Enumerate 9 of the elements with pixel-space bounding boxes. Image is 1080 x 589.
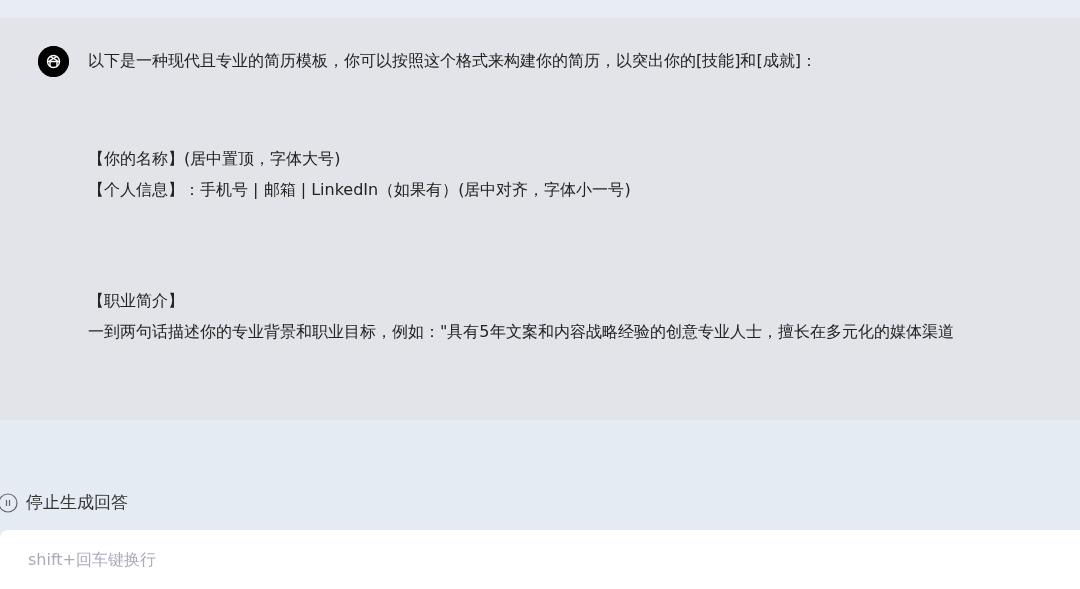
message-line: 一到两句话描述你的专业背景和职业目标，例如："具有5年文案和内容战略经验的创意专业人士，擅长在多元化的媒体渠道 <box>88 321 955 343</box>
message-line: 【个人信息】：手机号 | 邮箱 | LinkedIn（如果有）(居中对齐，字体小一号) <box>88 179 632 201</box>
assistant-avatar-icon <box>38 46 69 77</box>
message-line: 【你的名称】(居中置顶，字体大号) <box>88 148 342 170</box>
pause-icon <box>0 492 18 513</box>
message-input[interactable]: shift+回车键换行 <box>0 529 1080 589</box>
message-line: 【职业简介】 <box>88 290 185 312</box>
message-text: 以下是一种现代且专业的简历模板，你可以按照这个格式来构建你的简历，以突出你的[技能]和[成就]： <box>88 50 817 72</box>
stop-generating-button[interactable]: 停止生成回答 <box>0 490 128 516</box>
